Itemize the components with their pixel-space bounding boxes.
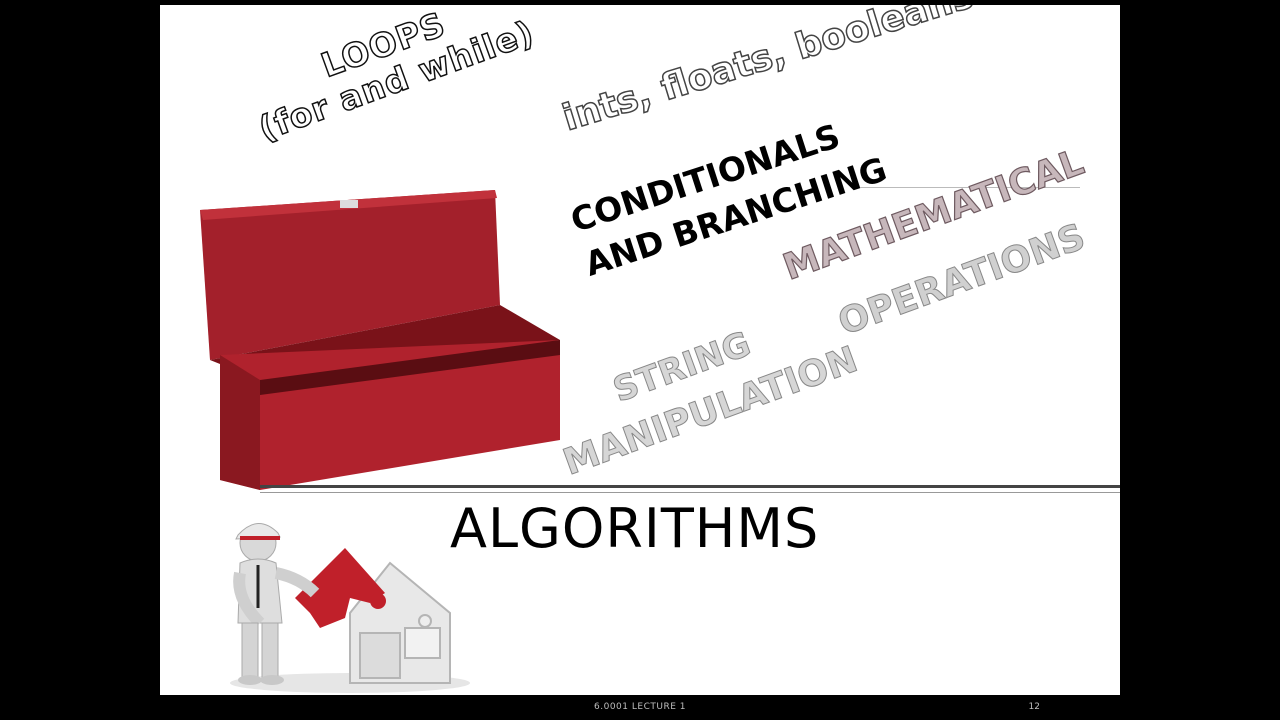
lecture-label: 6.0001 LECTURE 1 [594,702,686,712]
red-toolbox-image [200,190,560,490]
slide-footer: 6.0001 LECTURE 1 12 [160,695,1120,720]
ints-floats-booleans-label: ints, floats, booleans [557,5,979,140]
divider-thin [260,492,1120,493]
slide: LOOPS (for and while) ints, floats, bool… [160,5,1120,695]
worker-puzzle-house-image [230,523,470,693]
loops-label: LOOPS (for and while) [253,5,540,149]
divider-thick [260,485,1120,488]
page-number: 12 [1028,702,1040,712]
